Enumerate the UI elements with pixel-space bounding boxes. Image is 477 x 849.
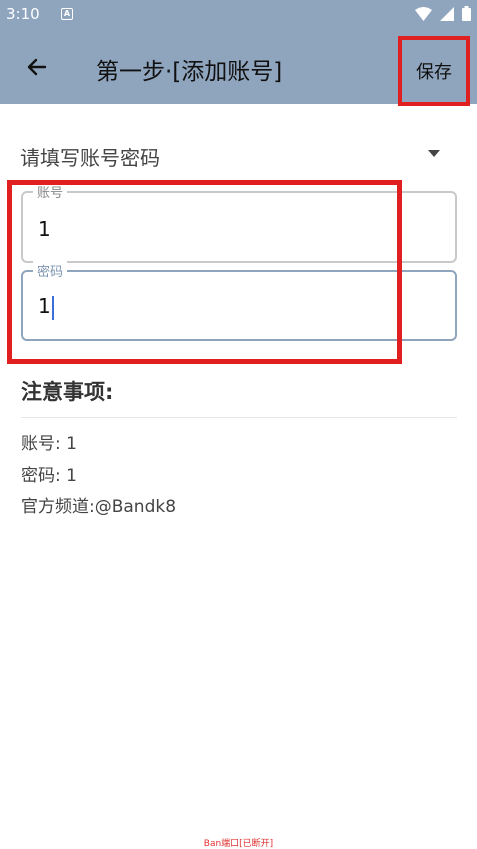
save-button-label: 保存 — [416, 62, 452, 83]
account-field-value: 1 — [38, 217, 51, 241]
password-field[interactable]: 密码 1 — [21, 261, 457, 341]
dropdown-arrow-icon — [428, 150, 440, 157]
note-channel: 官方频道:@Bandk8 — [21, 497, 177, 517]
page-title: 第一步·[添加账号] — [96, 59, 283, 85]
toolbar: 第一步·[添加账号] 保存 — [0, 34, 477, 106]
connection-status: Ban端口[已断开] — [203, 839, 274, 849]
arrow-left-icon — [27, 58, 47, 76]
status-icons — [415, 6, 471, 21]
wifi-icon — [415, 6, 432, 21]
account-type-dropdown[interactable]: 请填写账号密码 — [20, 138, 440, 172]
notes-title: 注意事项: — [21, 380, 114, 404]
password-field-value: 1 — [38, 294, 51, 318]
notes-divider — [21, 417, 457, 418]
account-field-label: 账号 — [33, 182, 68, 201]
password-field-value-wrap: 1 — [38, 294, 54, 320]
app-bar: 3:10 A 第一步·[添加账号] 保存 — [0, 0, 477, 106]
dropdown-selected-value: 请填写账号密码 — [20, 146, 160, 170]
back-button[interactable] — [18, 48, 56, 86]
note-account: 账号: 1 — [21, 434, 77, 454]
battery-icon — [462, 6, 471, 21]
save-button[interactable]: 保存 — [398, 36, 470, 106]
notification-icon: A — [61, 8, 73, 20]
account-field[interactable]: 账号 1 — [21, 182, 457, 263]
password-field-label: 密码 — [33, 261, 68, 280]
status-bar: 3:10 A — [0, 0, 477, 30]
status-time: 3:10 — [6, 5, 40, 23]
note-password: 密码: 1 — [21, 466, 77, 486]
text-cursor — [51, 295, 54, 320]
signal-icon — [440, 6, 454, 21]
